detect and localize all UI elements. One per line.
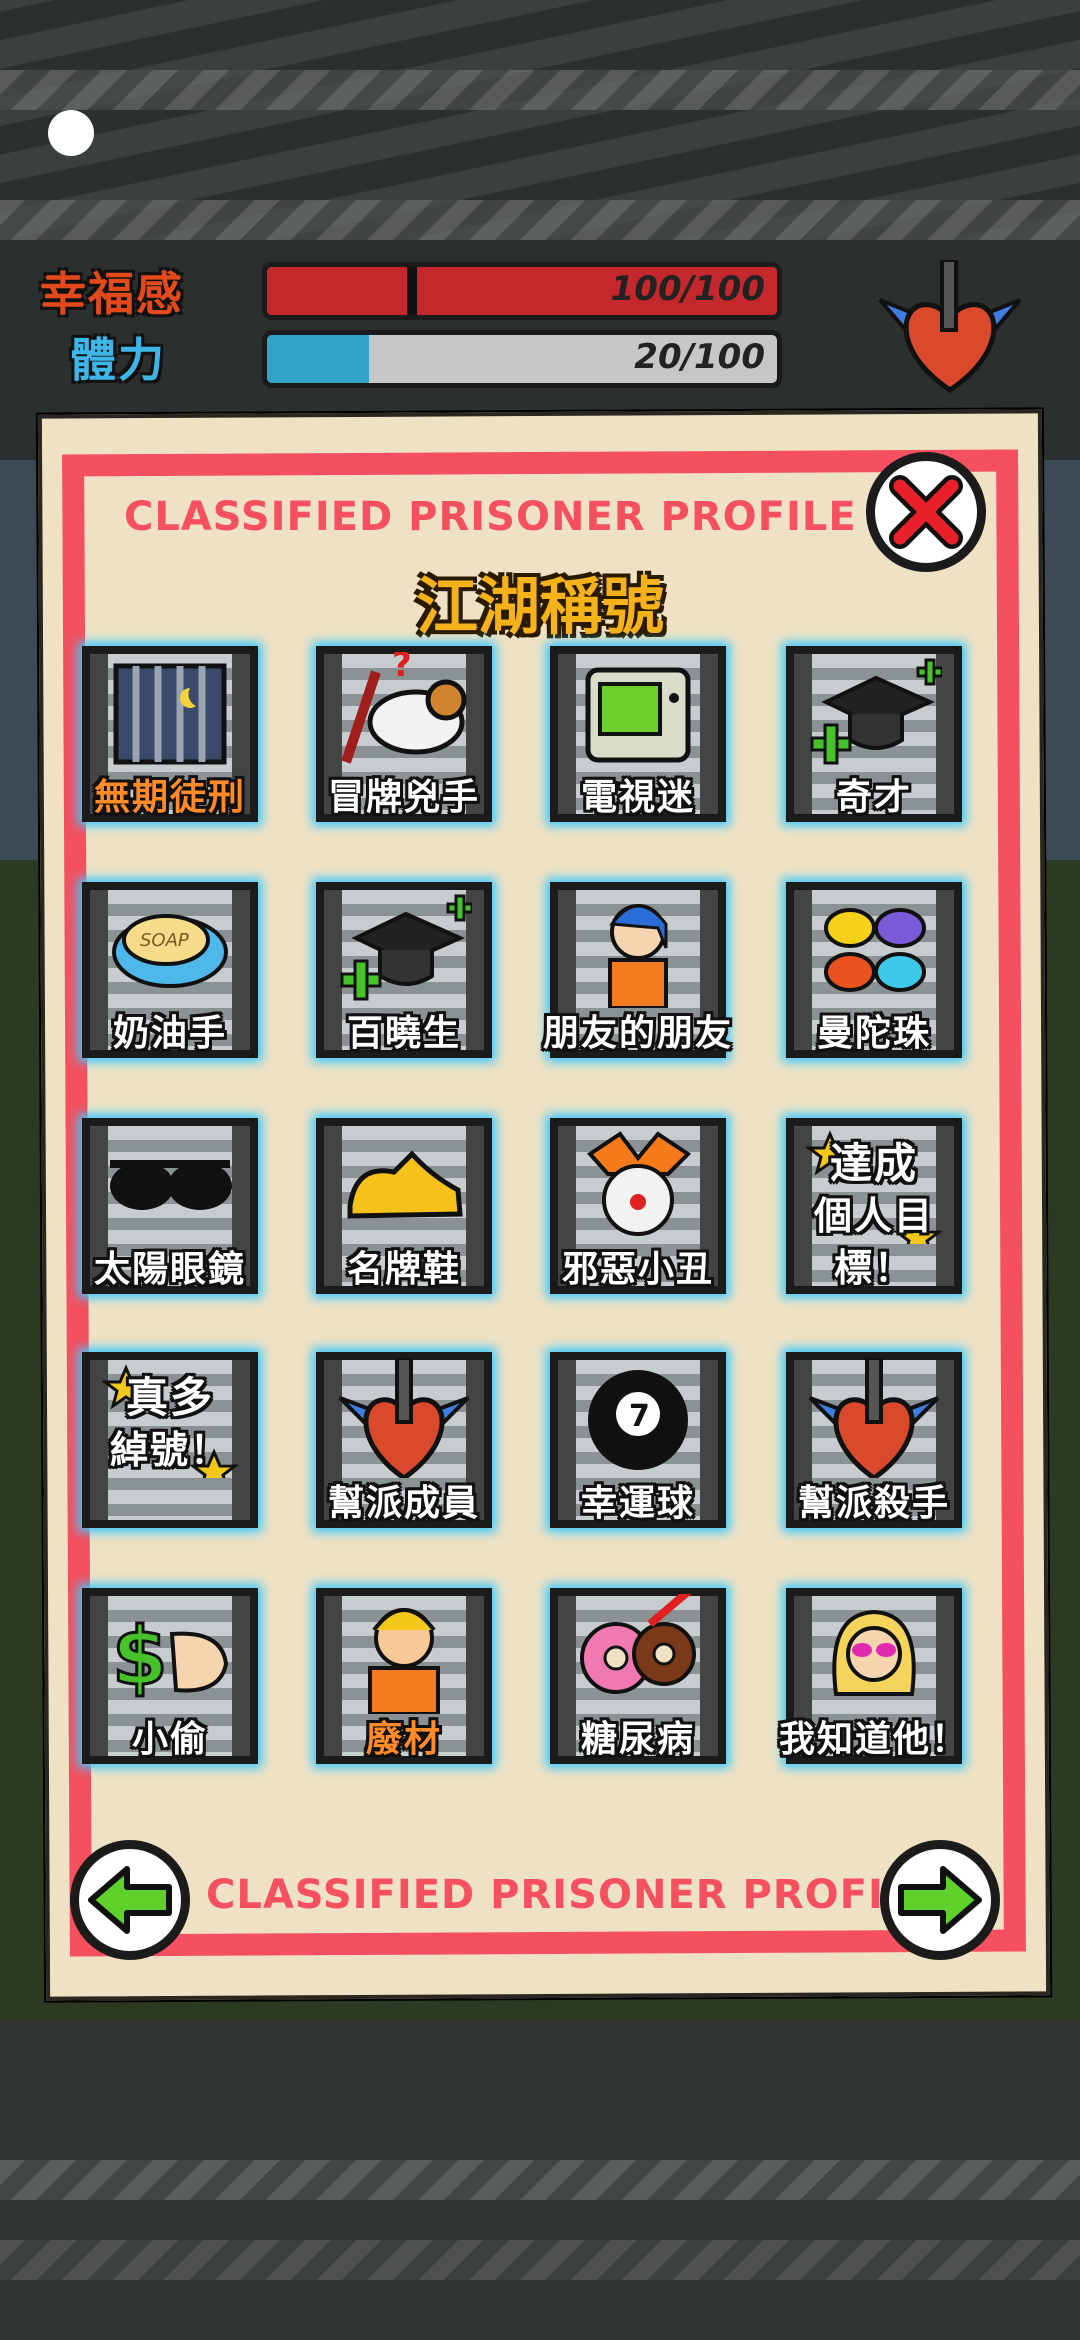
title-badge[interactable]: 幫派殺手 (786, 1352, 962, 1528)
graduation-cap-icon (340, 894, 472, 1001)
badge-label: 小偷 (131, 1719, 208, 1760)
gang-heart-icon[interactable] (870, 260, 1030, 400)
friend-icon (608, 904, 668, 1008)
gang-heart-icon (808, 1358, 940, 1478)
badge-label: 幫派殺手 (797, 1483, 950, 1524)
title-badge[interactable]: 達成個人目標！ (786, 1118, 962, 1294)
previous-page-button[interactable] (70, 1840, 190, 1960)
title-badge[interactable]: 名牌鞋 (316, 1118, 492, 1294)
stamina-bar: 20/100 (262, 330, 782, 388)
stamina-value: 20/100 (634, 337, 765, 377)
title-badge[interactable]: 邪惡小丑 (550, 1118, 726, 1294)
next-page-button[interactable] (880, 1840, 1000, 1960)
arrow-right-icon (898, 1866, 982, 1934)
blonde-woman-icon (832, 1609, 916, 1696)
title-badge[interactable]: 糖尿病 (550, 1588, 726, 1764)
badge-label: 邪惡小丑 (561, 1249, 714, 1290)
camera-dot (48, 110, 94, 156)
soap-icon: SOAP (112, 914, 228, 988)
title-badge[interactable]: ? 冒牌兇手 (316, 646, 492, 822)
happiness-value: 100/100 (610, 269, 765, 309)
badge-label: 幫派成員 (327, 1483, 480, 1524)
background-stripe (0, 2160, 1080, 2200)
shoe-icon (347, 1150, 463, 1219)
badge-label: 幸運球 (580, 1483, 695, 1524)
candy-icon (824, 908, 926, 992)
profile-footer: CLASSIFIED PRISONER PROFILE (206, 1872, 939, 1918)
title-badge[interactable]: 廢材 (316, 1588, 492, 1764)
eight-ball-icon: 7 (588, 1370, 688, 1470)
goat-icon: ? (341, 652, 467, 764)
page-title: 江湖稱號 (415, 570, 664, 643)
badge-label: 廢材 (365, 1719, 442, 1760)
title-badge[interactable]: 幫派成員 (316, 1352, 492, 1528)
title-badge[interactable]: 太陽眼鏡 (82, 1118, 258, 1294)
title-badge[interactable]: 曼陀珠 (786, 882, 962, 1058)
badge-label: 朋友的朋友 (542, 1013, 733, 1054)
bar-divider (407, 267, 417, 315)
title-badge[interactable]: 奇才 (786, 646, 962, 822)
clown-icon (586, 1131, 692, 1236)
title-badge[interactable]: 真多綽號！ (82, 1352, 258, 1528)
badge-label: 奶油手 (112, 1013, 227, 1054)
prisoner-icon (368, 1608, 440, 1714)
svg-text:$: $ (112, 1610, 168, 1703)
prison-bars-icon (113, 663, 227, 765)
title-badge[interactable]: 朋友的朋友 (543, 882, 731, 1058)
badge-label: 電視迷 (580, 777, 695, 818)
background-stripe (0, 70, 1080, 110)
happiness-label: 幸福感 (40, 267, 184, 321)
happiness-bar: 100/100 (262, 262, 782, 320)
graduation-cap-icon (810, 658, 942, 765)
title-badge[interactable]: 電視迷 (550, 646, 726, 822)
badge-label: 名牌鞋 (346, 1249, 461, 1290)
title-badge[interactable]: 7 幸運球 (550, 1352, 726, 1528)
badge-label-line: 綽號！ (109, 1428, 230, 1472)
svg-text:7: 7 (629, 1399, 650, 1434)
svg-text:SOAP: SOAP (140, 930, 189, 951)
badge-label: 真多綽號！ (72, 1372, 268, 1476)
stamina-label: 體力 (70, 333, 166, 387)
tv-icon (585, 667, 691, 763)
badge-label: 我知道他！ (778, 1719, 969, 1760)
gang-heart-icon (338, 1358, 470, 1478)
badge-label-line: 達成 (829, 1139, 918, 1188)
close-icon (889, 475, 963, 549)
badge-label: 太陽眼鏡 (93, 1249, 246, 1290)
badge-label: 達成個人目標！ (776, 1138, 972, 1294)
title-badge[interactable]: 百曉生 (316, 882, 492, 1058)
arrow-left-icon (88, 1866, 172, 1934)
sunglasses-icon (110, 1160, 232, 1210)
title-badge[interactable]: 無期徒刑 (82, 646, 258, 822)
badge-label: 糖尿病 (580, 1719, 695, 1760)
title-badge[interactable]: $ 小偷 (82, 1588, 258, 1764)
profile-header: CLASSIFIED PRISONER PROFILE (124, 494, 857, 540)
background-stripe (0, 2240, 1080, 2280)
badge-label-line: 真多 (125, 1373, 214, 1422)
badge-label-line: 個人目標！ (813, 1194, 934, 1290)
title-badge[interactable]: 我知道他！ (779, 1588, 967, 1764)
hand-money-icon: $ (111, 1609, 229, 1705)
badge-label: 冒牌兇手 (327, 777, 480, 818)
background-stripe (0, 200, 1080, 240)
badge-label: 曼陀珠 (816, 1013, 931, 1054)
close-button[interactable] (866, 452, 986, 572)
badge-label: 百曉生 (346, 1013, 461, 1054)
stamina-bar-fill (267, 335, 369, 383)
badge-label: 奇才 (835, 777, 912, 818)
donut-icon (580, 1594, 696, 1694)
badge-label: 無期徒刑 (93, 777, 246, 818)
title-badge[interactable]: SOAP 奶油手 (82, 882, 258, 1058)
svg-text:?: ? (392, 652, 412, 685)
